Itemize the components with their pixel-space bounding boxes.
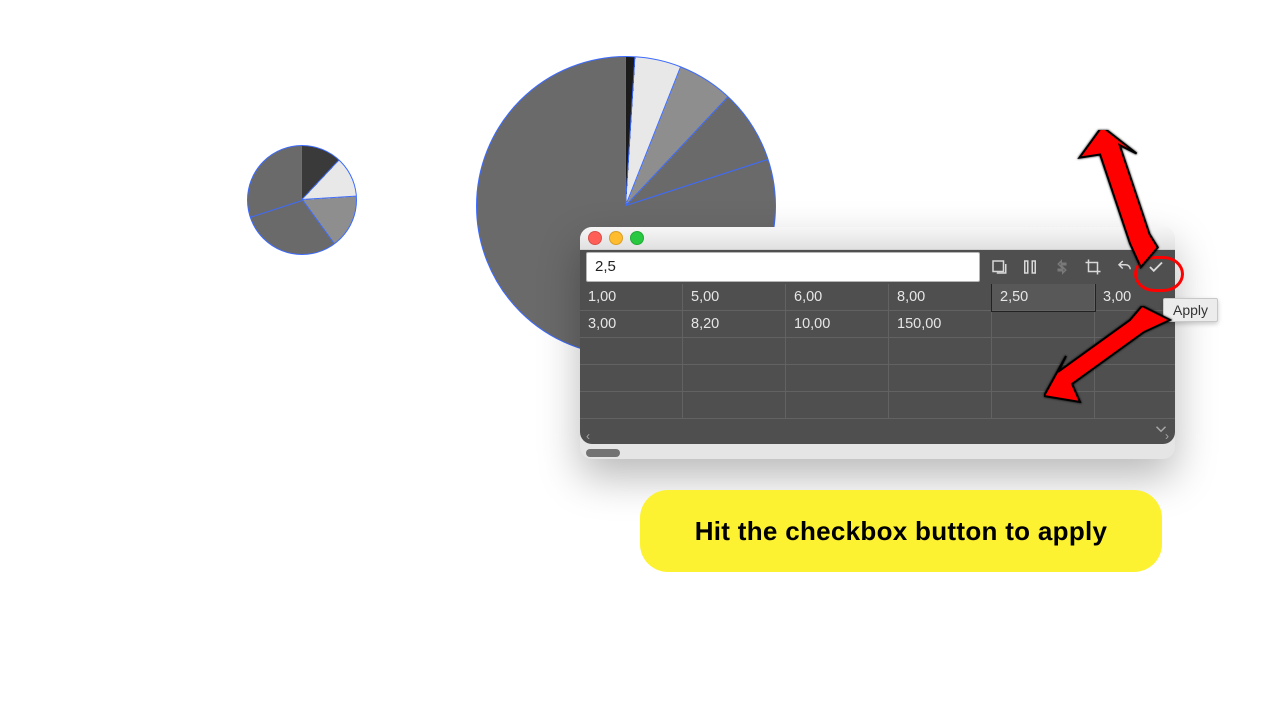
cell[interactable] [786,392,889,419]
annotation-arrow-bottom [1044,306,1174,411]
export-button[interactable] [986,254,1012,280]
cell[interactable] [786,338,889,365]
cell[interactable] [889,392,992,419]
collapse-icon[interactable] [1148,416,1174,442]
horizontal-scrollbar[interactable]: ‹ › [580,428,1175,444]
cell[interactable] [683,365,786,392]
scrollbar-thumb[interactable] [586,449,620,457]
cell[interactable] [889,365,992,392]
close-window-button[interactable] [588,231,602,245]
cell[interactable] [786,365,889,392]
cell[interactable]: 1,00 [580,284,683,311]
scroll-left-icon[interactable]: ‹ [586,429,590,443]
insert-column-button[interactable] [1018,254,1044,280]
cell[interactable]: 3,00 [580,311,683,338]
cell[interactable]: 8,00 [889,284,992,311]
swap-button [1049,254,1075,280]
cell[interactable] [889,338,992,365]
cell[interactable]: 10,00 [786,311,889,338]
pie-small[interactable] [247,145,357,255]
cell-value-input[interactable]: 2,5 [586,252,980,282]
instruction-caption: Hit the checkbox button to apply [640,490,1162,572]
cell[interactable]: 5,00 [683,284,786,311]
cell[interactable]: 8,20 [683,311,786,338]
cell[interactable] [580,392,683,419]
cell[interactable]: 150,00 [889,311,992,338]
cell[interactable]: 6,00 [786,284,889,311]
minimize-window-button[interactable] [609,231,623,245]
cell[interactable] [580,338,683,365]
annotation-arrow-top [1072,130,1172,275]
cell[interactable] [683,338,786,365]
cell[interactable] [580,365,683,392]
zoom-window-button[interactable] [630,231,644,245]
cell[interactable] [683,392,786,419]
